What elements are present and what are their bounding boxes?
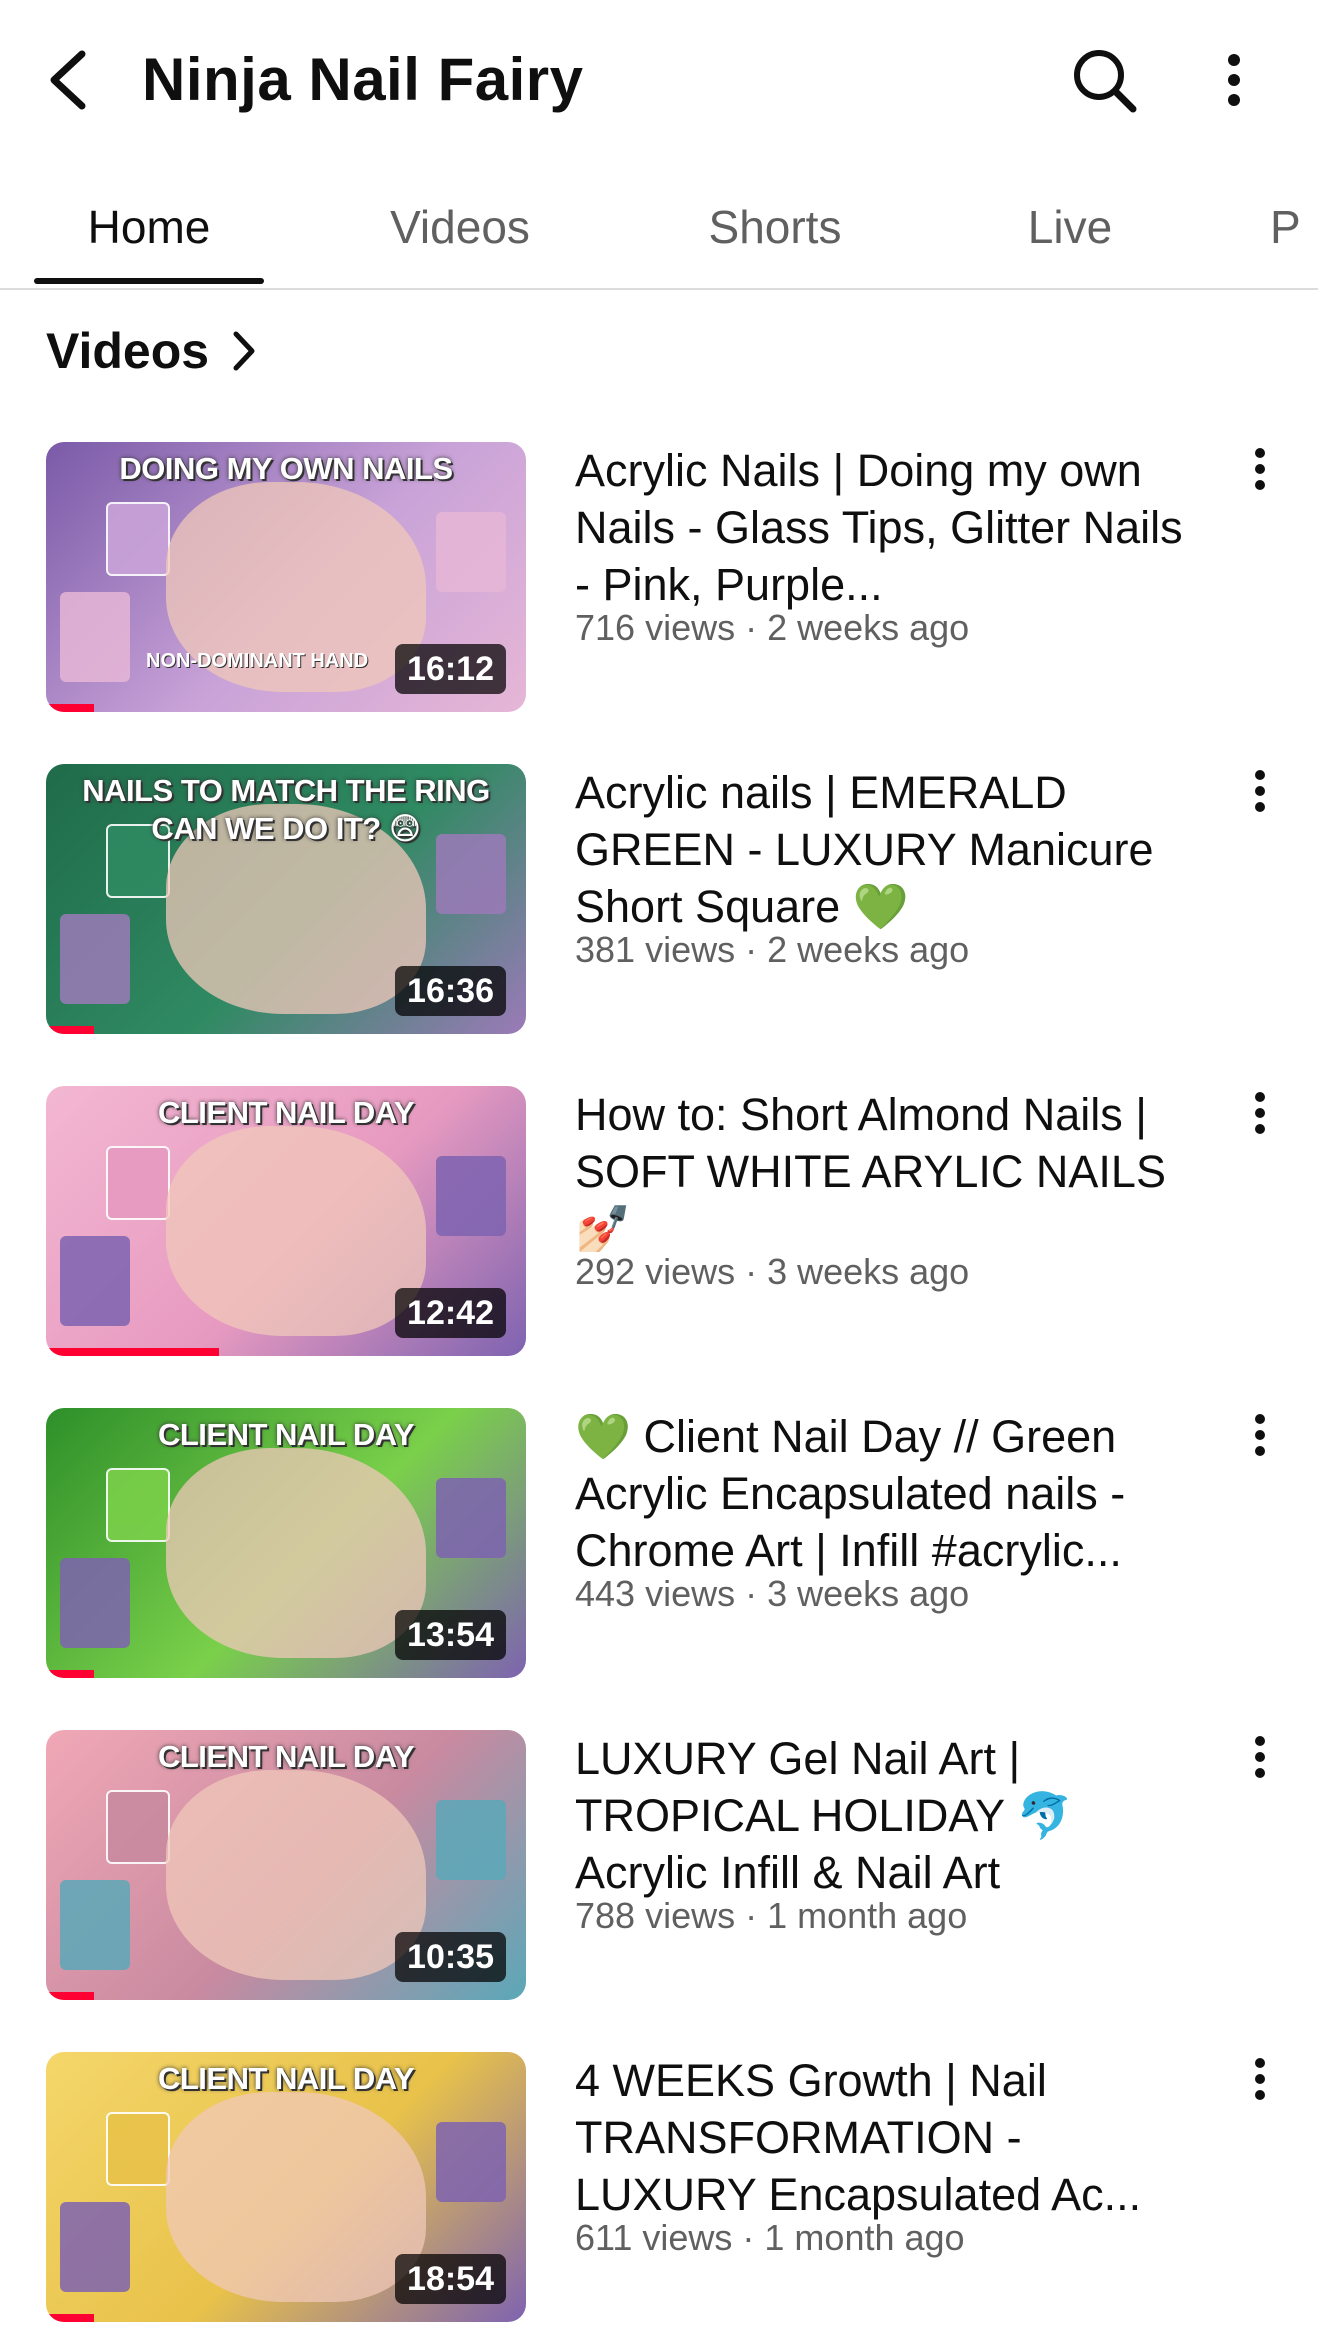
back-button[interactable]	[40, 40, 96, 120]
more-vert-icon	[1255, 1414, 1265, 1456]
video-stats: 611 views · 1 month ago	[575, 2217, 965, 2258]
top-app-bar: Ninja Nail Fairy	[0, 0, 1318, 150]
video-meta[interactable]: How to: Short Almond Nails | SOFT WHITE …	[575, 1086, 1185, 1293]
more-vert-icon	[1255, 1092, 1265, 1134]
duration-badge: 13:54	[395, 1610, 506, 1660]
active-tab-indicator	[34, 278, 264, 284]
video-meta[interactable]: 💚 Client Nail Day // Green Acrylic Encap…	[575, 1408, 1185, 1615]
more-options-button[interactable]	[1204, 40, 1264, 120]
video-more-button[interactable]	[1230, 1412, 1290, 1482]
thumbnail-caption: NAILS TO MATCH THE RING CAN WE DO IT? 😨	[82, 773, 490, 846]
duration-badge: 16:12	[395, 644, 506, 694]
thumbnail-caption: CLIENT NAIL DAY	[157, 2061, 415, 2096]
tab-live[interactable]: Live	[970, 168, 1170, 286]
nail-photo-inset	[60, 1236, 130, 1326]
video-stats: 788 views · 1 month ago	[575, 1895, 968, 1936]
nail-photo-inset	[106, 1146, 170, 1220]
tab-videos[interactable]: Videos	[340, 168, 580, 286]
video-more-button[interactable]	[1230, 1090, 1290, 1160]
nail-photo-inset	[60, 2202, 130, 2292]
nail-photo-inset	[436, 1156, 506, 1236]
watch-progress-bar	[46, 704, 94, 712]
watch-progress-bar	[46, 1026, 94, 1034]
thumbnail-caption: CLIENT NAIL DAY	[157, 1417, 415, 1452]
video-item[interactable]: DOING MY OWN NAILS NON-DOMINANT HAND 16:…	[0, 442, 1318, 712]
thumbnail-subcaption: NON-DOMINANT HAND	[146, 650, 369, 672]
nail-photo-inset	[106, 1468, 170, 1542]
tab-playlists[interactable]: P	[1270, 168, 1318, 286]
channel-name: Ninja Nail Fairy	[142, 46, 584, 113]
video-meta[interactable]: 4 WEEKS Growth | Nail TRANSFORMATION - L…	[575, 2052, 1185, 2259]
more-vert-icon	[1255, 448, 1265, 490]
video-item[interactable]: CLIENT NAIL DAY 18:54 4 WEEKS Growth | N…	[0, 2052, 1318, 2322]
video-title[interactable]: Acrylic Nails | Doing my own Nails - Gla…	[575, 442, 1185, 613]
video-item[interactable]: CLIENT NAIL DAY 10:35 LUXURY Gel Nail Ar…	[0, 1730, 1318, 2000]
tab-shorts[interactable]: Shorts	[660, 168, 890, 286]
video-title[interactable]: LUXURY Gel Nail Art | TROPICAL HOLIDAY 🐬…	[575, 1730, 1185, 1901]
nail-photo-inset	[436, 1800, 506, 1880]
video-meta[interactable]: LUXURY Gel Nail Art | TROPICAL HOLIDAY 🐬…	[575, 1730, 1185, 1937]
video-title[interactable]: 💚 Client Nail Day // Green Acrylic Encap…	[575, 1408, 1185, 1579]
video-title[interactable]: 4 WEEKS Growth | Nail TRANSFORMATION - L…	[575, 2052, 1185, 2223]
video-thumbnail[interactable]: CLIENT NAIL DAY 18:54	[46, 2052, 526, 2322]
video-meta[interactable]: Acrylic Nails | Doing my own Nails - Gla…	[575, 442, 1185, 649]
thumbnail-caption: CLIENT NAIL DAY	[157, 1739, 415, 1774]
video-stats: 381 views · 2 weeks ago	[575, 929, 970, 970]
nail-photo-inset	[60, 1558, 130, 1648]
video-thumbnail[interactable]: CLIENT NAIL DAY 12:42	[46, 1086, 526, 1356]
video-thumbnail[interactable]: CLIENT NAIL DAY 13:54	[46, 1408, 526, 1678]
more-vert-icon	[1255, 1736, 1265, 1778]
nail-photo-inset	[106, 502, 170, 576]
more-vert-icon	[1228, 54, 1240, 106]
section-title: Videos	[46, 323, 210, 379]
hand-photo	[166, 1448, 426, 1658]
duration-badge: 16:36	[395, 966, 506, 1016]
videos-section-header[interactable]: Videos	[46, 318, 257, 384]
more-vert-icon	[1255, 2058, 1265, 2100]
duration-badge: 12:42	[395, 1288, 506, 1338]
tab-home[interactable]: Home	[34, 168, 264, 286]
nail-photo-inset	[436, 1478, 506, 1558]
video-more-button[interactable]	[1230, 2056, 1290, 2126]
video-stats: 716 views · 2 weeks ago	[575, 607, 970, 648]
watch-progress-bar	[46, 1670, 94, 1678]
nail-photo-inset	[436, 512, 506, 592]
video-title[interactable]: How to: Short Almond Nails | SOFT WHITE …	[575, 1086, 1185, 1257]
video-more-button[interactable]	[1230, 1734, 1290, 1804]
video-title[interactable]: Acrylic nails | EMERALD GREEN - LUXURY M…	[575, 764, 1185, 935]
video-stats: 443 views · 3 weeks ago	[575, 1573, 970, 1614]
video-item[interactable]: NAILS TO MATCH THE RING CAN WE DO IT? 😨 …	[0, 764, 1318, 1034]
watch-progress-bar	[46, 1348, 219, 1356]
hand-photo	[166, 2092, 426, 2302]
nail-photo-inset	[60, 914, 130, 1004]
channel-tabs: Home Videos Shorts Live P	[0, 168, 1318, 290]
nail-photo-inset	[106, 1790, 170, 1864]
search-button[interactable]	[1064, 40, 1144, 120]
nail-photo-inset	[106, 2112, 170, 2186]
duration-badge: 10:35	[395, 1932, 506, 1982]
arrow-back-icon	[50, 50, 86, 110]
chevron-right-icon	[231, 329, 257, 373]
nail-photo-inset	[60, 1880, 130, 1970]
more-vert-icon	[1255, 770, 1265, 812]
search-icon	[1074, 50, 1137, 113]
nail-photo-inset	[60, 592, 130, 682]
watch-progress-bar	[46, 1992, 94, 2000]
video-meta[interactable]: Acrylic nails | EMERALD GREEN - LUXURY M…	[575, 764, 1185, 971]
video-thumbnail[interactable]: DOING MY OWN NAILS NON-DOMINANT HAND 16:…	[46, 442, 526, 712]
video-thumbnail[interactable]: NAILS TO MATCH THE RING CAN WE DO IT? 😨 …	[46, 764, 526, 1034]
video-thumbnail[interactable]: CLIENT NAIL DAY 10:35	[46, 1730, 526, 2000]
video-more-button[interactable]	[1230, 768, 1290, 838]
video-item[interactable]: CLIENT NAIL DAY 12:42 How to: Short Almo…	[0, 1086, 1318, 1356]
thumbnail-caption: CLIENT NAIL DAY	[157, 1095, 415, 1130]
hand-photo	[166, 1770, 426, 1980]
video-stats: 292 views · 3 weeks ago	[575, 1251, 970, 1292]
video-item[interactable]: CLIENT NAIL DAY 13:54 💚 Client Nail Day …	[0, 1408, 1318, 1678]
duration-badge: 18:54	[395, 2254, 506, 2304]
video-more-button[interactable]	[1230, 446, 1290, 516]
nail-photo-inset	[436, 2122, 506, 2202]
thumbnail-caption: DOING MY OWN NAILS	[119, 451, 453, 486]
watch-progress-bar	[46, 2314, 94, 2322]
hand-photo	[166, 1126, 426, 1336]
